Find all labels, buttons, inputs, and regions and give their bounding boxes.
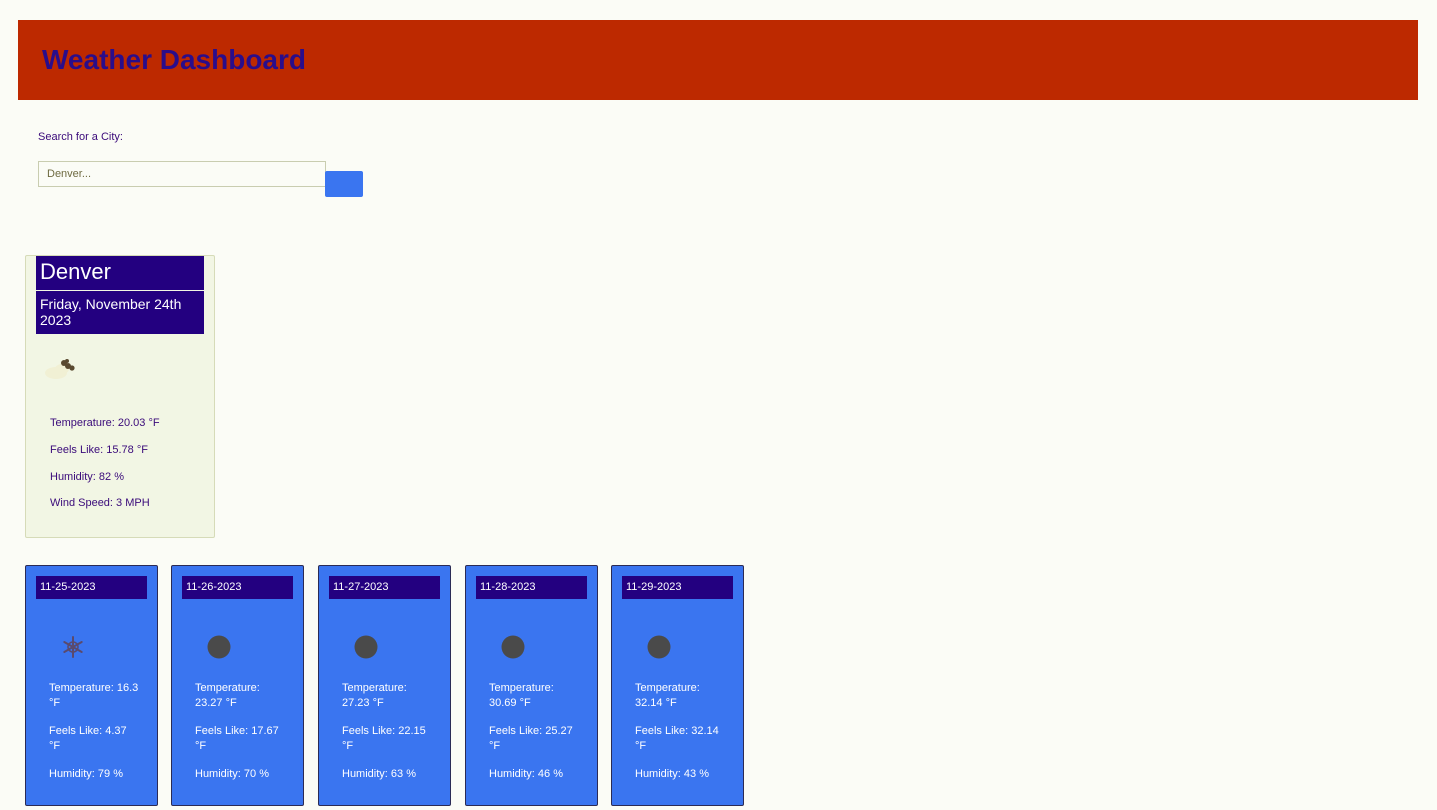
forecast-humidity: Humidity: 79 % xyxy=(49,768,123,780)
forecast-temperature: Temperature: 27.23 °F xyxy=(342,682,407,709)
clear-icon xyxy=(501,635,525,659)
forecast-temperature: Temperature: 30.69 °F xyxy=(489,682,554,709)
current-humidity: Humidity: 82 % xyxy=(50,471,124,483)
partly-cloudy-icon xyxy=(45,359,75,379)
search-button[interactable] xyxy=(325,171,363,197)
forecast-date: 11-29-2023 xyxy=(622,576,733,599)
forecast-card: 11-29-2023 Temperature: 32.14 °F Feels L… xyxy=(611,565,744,806)
forecast-card: 11-28-2023 Temperature: 30.69 °F Feels L… xyxy=(465,565,598,806)
snowflake-icon xyxy=(63,636,83,658)
current-wind-speed: Wind Speed: 3 MPH xyxy=(50,497,150,509)
forecast-humidity: Humidity: 70 % xyxy=(195,768,269,780)
forecast-humidity: Humidity: 46 % xyxy=(489,768,563,780)
clear-icon xyxy=(207,635,231,659)
current-city: Denver xyxy=(36,256,204,290)
forecast-feels-like: Feels Like: 25.27 °F xyxy=(489,725,573,752)
forecast-date: 11-27-2023 xyxy=(329,576,440,599)
current-date: Friday, November 24th 2023 xyxy=(36,291,204,334)
page-title: Weather Dashboard xyxy=(42,44,306,75)
forecast-temperature: Temperature: 16.3 °F xyxy=(49,682,139,709)
current-feels-like: Feels Like: 15.78 °F xyxy=(50,444,148,456)
current-weather-card: Denver Friday, November 24th 2023 Temper… xyxy=(25,255,215,538)
clear-icon xyxy=(647,635,671,659)
forecast-feels-like: Feels Like: 32.14 °F xyxy=(635,725,719,752)
current-temperature: Temperature: 20.03 °F xyxy=(50,417,160,429)
forecast-humidity: Humidity: 63 % xyxy=(342,768,416,780)
forecast-date: 11-25-2023 xyxy=(36,576,147,599)
forecast-feels-like: Feels Like: 17.67 °F xyxy=(195,725,279,752)
forecast-card: 11-26-2023 Temperature: 23.27 °F Feels L… xyxy=(171,565,304,806)
forecast-card: 11-25-2023 Temperature: 16.3 °F Feels Li… xyxy=(25,565,158,806)
forecast-feels-like: Feels Like: 4.37 °F xyxy=(49,725,127,752)
forecast-temperature: Temperature: 32.14 °F xyxy=(635,682,700,709)
forecast-feels-like: Feels Like: 22.15 °F xyxy=(342,725,426,752)
forecast-card: 11-27-2023 Temperature: 27.23 °F Feels L… xyxy=(318,565,451,806)
forecast-humidity: Humidity: 43 % xyxy=(635,768,709,780)
forecast-date: 11-26-2023 xyxy=(182,576,293,599)
search-label: Search for a City: xyxy=(38,131,123,143)
search-input[interactable] xyxy=(38,161,326,187)
forecast-date: 11-28-2023 xyxy=(476,576,587,599)
clear-icon xyxy=(354,635,378,659)
forecast-temperature: Temperature: 23.27 °F xyxy=(195,682,260,709)
header-bar: Weather Dashboard xyxy=(18,20,1418,100)
